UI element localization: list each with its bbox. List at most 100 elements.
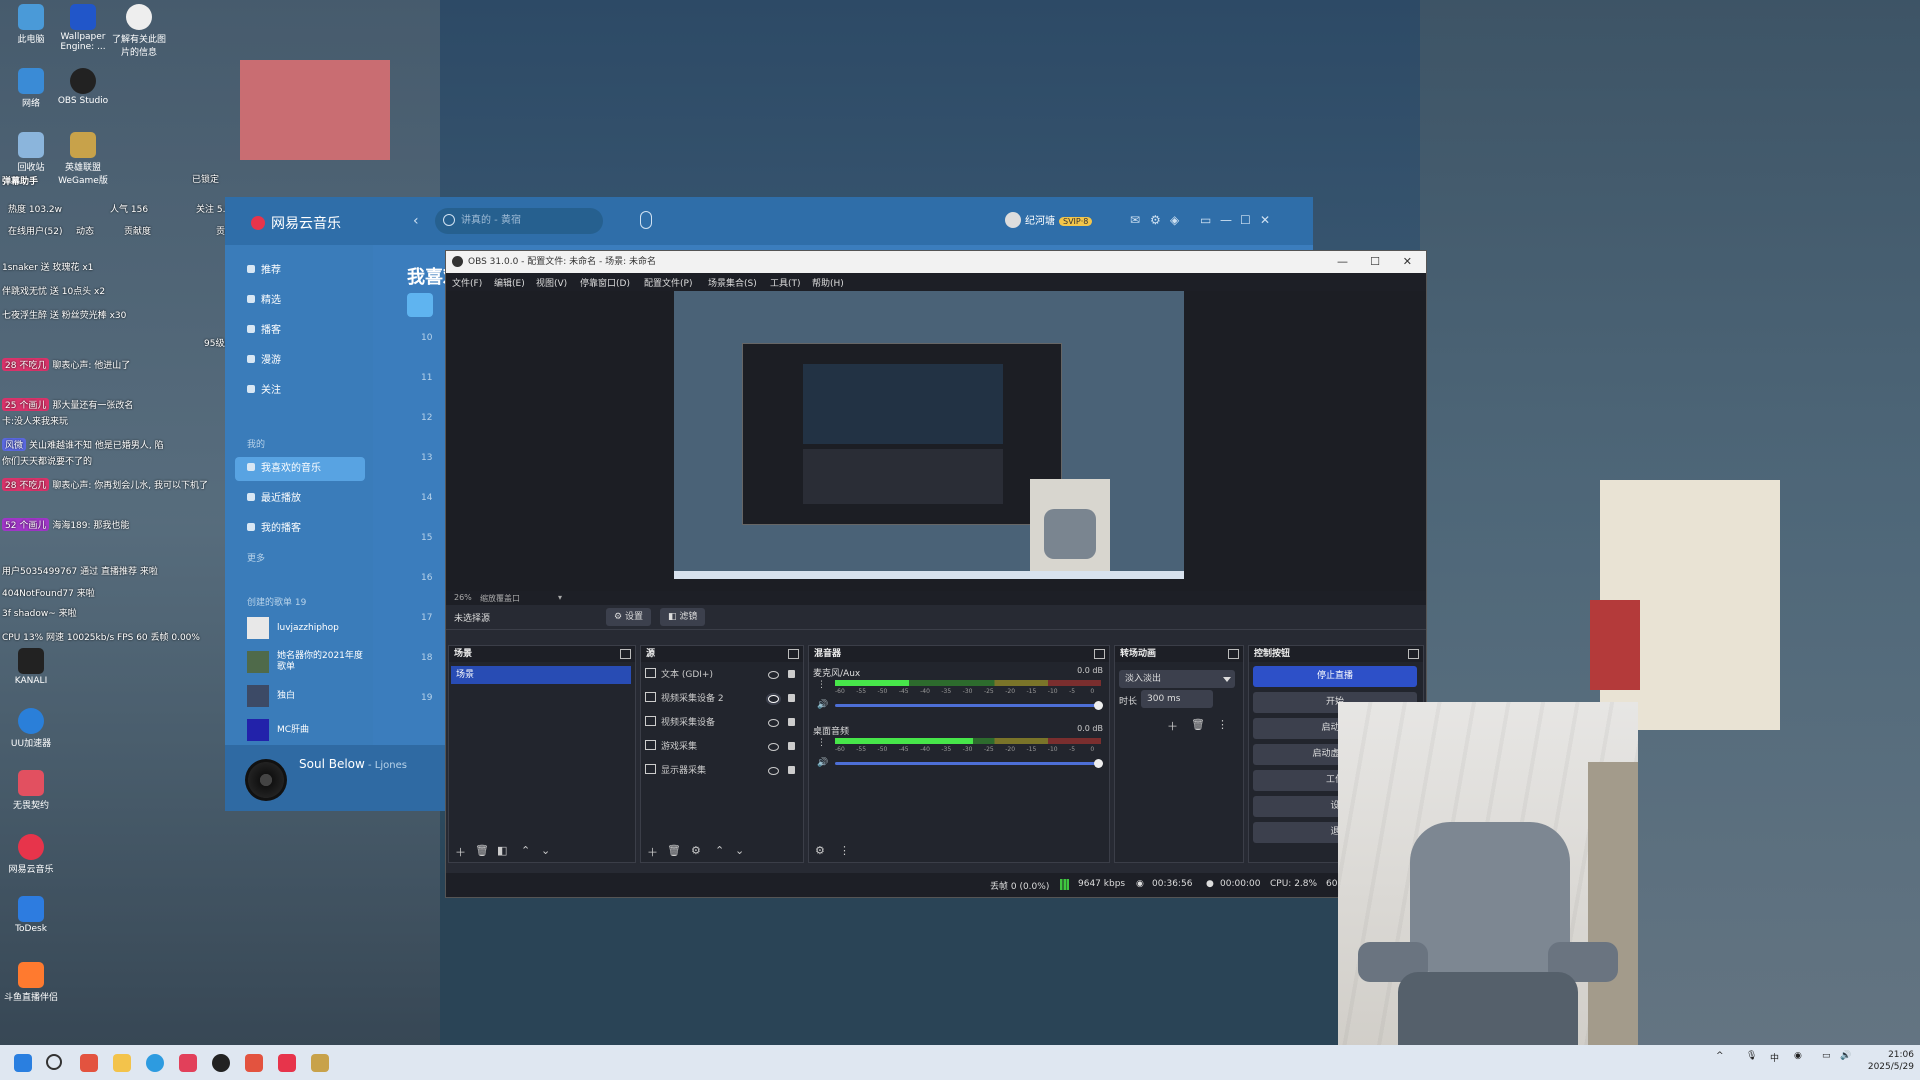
settings-icon[interactable]: ⚙	[1150, 213, 1161, 227]
close-icon[interactable]: ✕	[1260, 213, 1270, 227]
zoom-dropdown-icon[interactable]: ▾	[558, 593, 562, 602]
move-down-icon[interactable]: ⌄	[541, 844, 550, 857]
move-down-icon[interactable]: ⌄	[735, 844, 744, 857]
mini-mode-icon[interactable]: ▭	[1200, 213, 1211, 227]
volume-icon[interactable]: 🔊	[1840, 1051, 1851, 1061]
desktop-icon-douyu[interactable]: 斗鱼直播伴侣	[0, 962, 62, 1003]
menu-profile[interactable]: 配置文件(P)	[644, 276, 692, 289]
menu-scene-collection[interactable]: 场景集合(S)	[708, 276, 757, 289]
minimize-icon[interactable]: —	[1220, 213, 1232, 227]
netease-icon[interactable]	[278, 1054, 296, 1072]
menu-file[interactable]: 文件(F)	[452, 276, 482, 289]
desktop-icon-lol[interactable]: 英雄联盟WeGame版	[52, 132, 114, 186]
add-icon[interactable]: ＋	[1167, 718, 1178, 734]
preview-canvas[interactable]	[674, 291, 1184, 579]
lock-icon[interactable]	[788, 718, 795, 726]
zoom-level[interactable]: 26%	[454, 593, 472, 602]
playlist-item[interactable]: MC肝曲	[247, 719, 367, 743]
speaker-icon[interactable]: 🔊	[817, 700, 828, 710]
sidebar-item-recommend[interactable]: 推荐	[235, 259, 365, 283]
minimize-icon[interactable]: —	[1337, 251, 1348, 273]
voice-search-icon[interactable]	[640, 211, 652, 229]
gear-icon[interactable]: ⚙	[691, 844, 701, 857]
desktop-icon-netease[interactable]: 网易云音乐	[0, 834, 62, 875]
input-method[interactable]: 中	[1770, 1051, 1779, 1064]
filters-icon[interactable]: ◧	[497, 844, 507, 857]
menu-view[interactable]: 视图(V)	[536, 276, 567, 289]
taskbar-app-icon[interactable]	[179, 1054, 197, 1072]
taskbar-app-icon[interactable]	[245, 1054, 263, 1072]
netease-tray-icon[interactable]: ◉	[1794, 1051, 1802, 1061]
desktop-icon-valorant[interactable]: 无畏契约	[0, 770, 62, 811]
mail-icon[interactable]: ✉	[1130, 213, 1140, 227]
back-icon[interactable]: ‹	[413, 213, 419, 229]
sidebar-item-follow[interactable]: 关注	[235, 379, 365, 403]
move-up-icon[interactable]: ⌃	[715, 844, 724, 857]
taskbar-app-icon[interactable]	[80, 1054, 98, 1072]
more-options-icon[interactable]: ⋮	[817, 680, 826, 690]
desktop-icon-spotlight[interactable]: 了解有关此图片的信息	[108, 4, 170, 58]
desktop-icon-wallpaper-engine[interactable]: Wallpaper Engine: ...	[52, 4, 114, 52]
danmaku-online-tab[interactable]: 在线用户(52)	[8, 224, 62, 237]
start-icon[interactable]	[14, 1054, 32, 1072]
lock-icon[interactable]	[788, 766, 795, 774]
undock-icon[interactable]	[1228, 649, 1239, 659]
undock-icon[interactable]	[1094, 649, 1105, 659]
user-profile[interactable]: 纪河塘 SVIP·8	[1005, 212, 1093, 228]
more-options-icon[interactable]: ⋮	[839, 844, 850, 857]
skin-icon[interactable]: ◈	[1170, 213, 1179, 227]
mic-icon[interactable]: 🎙	[1746, 1051, 1757, 1061]
undock-icon[interactable]	[1408, 649, 1419, 659]
transition-select[interactable]: 淡入淡出	[1119, 670, 1235, 688]
visibility-icon[interactable]	[768, 695, 779, 703]
obs-preview[interactable]	[446, 291, 1426, 591]
more-options-icon[interactable]: ⋮	[1217, 718, 1228, 731]
taskbar-app-icon[interactable]	[311, 1054, 329, 1072]
source-item[interactable]: 文本 (GDI+)	[645, 666, 797, 684]
edge-icon[interactable]	[146, 1054, 164, 1072]
menu-docks[interactable]: 停靠窗口(D)	[580, 276, 630, 289]
source-item[interactable]: 视频采集设备 2	[645, 690, 797, 708]
search-icon[interactable]	[46, 1054, 62, 1070]
play-all-button[interactable]	[407, 293, 433, 317]
source-item[interactable]: 显示器采集	[645, 762, 797, 780]
delete-icon[interactable]: 🗑	[1191, 718, 1205, 731]
playlist-item[interactable]: 独白	[247, 685, 367, 709]
playlist-item[interactable]: luvjazzhiphop	[247, 617, 367, 641]
more-options-icon[interactable]: ⋮	[817, 738, 826, 748]
network-icon[interactable]: ▭	[1822, 1051, 1831, 1061]
add-icon[interactable]: ＋	[455, 844, 466, 860]
close-icon[interactable]: ✕	[1403, 251, 1412, 273]
source-filters-button[interactable]: ◧ 滤镜	[660, 608, 706, 626]
sidebar-item-featured[interactable]: 精选	[235, 289, 365, 313]
album-disc[interactable]	[245, 759, 287, 801]
delete-icon[interactable]: 🗑	[475, 844, 489, 857]
speaker-icon[interactable]: 🔊	[817, 758, 828, 768]
menu-tools[interactable]: 工具(T)	[770, 276, 801, 289]
maximize-icon[interactable]: ☐	[1370, 251, 1380, 273]
scene-item[interactable]: 场景	[451, 666, 631, 684]
sidebar-more[interactable]: 更多	[247, 551, 265, 564]
volume-slider-knob[interactable]	[1094, 701, 1103, 710]
zoom-mode[interactable]: 缩放覆盖口	[480, 593, 520, 604]
danmaku-dynamic-tab[interactable]: 动态	[76, 224, 94, 237]
desktop-icon-todesk[interactable]: ToDesk	[0, 896, 62, 934]
danmaku-lock-status[interactable]: 已锁定	[192, 172, 219, 185]
sidebar-item-recent[interactable]: 最近播放	[235, 487, 365, 511]
volume-slider-knob[interactable]	[1094, 759, 1103, 768]
file-explorer-icon[interactable]	[113, 1054, 131, 1072]
source-item[interactable]: 视频采集设备	[645, 714, 797, 732]
danmaku-contrib-tab[interactable]: 贡献度	[124, 224, 151, 237]
sidebar-item-liked[interactable]: 我喜欢的音乐	[235, 457, 365, 481]
menu-help[interactable]: 帮助(H)	[812, 276, 844, 289]
desktop-icon-uu[interactable]: UU加速器	[0, 708, 62, 749]
visibility-icon[interactable]	[768, 719, 779, 727]
volume-slider[interactable]	[835, 759, 1103, 768]
desktop-icon-obs[interactable]: OBS Studio	[52, 68, 114, 106]
obs-icon[interactable]	[212, 1054, 230, 1072]
stop-streaming-button[interactable]: 停止直播	[1253, 666, 1417, 687]
search-input[interactable]: 讲真的 - 黄宿	[435, 208, 603, 234]
now-playing-title[interactable]: Soul Below - Ljones	[299, 757, 407, 771]
lock-icon[interactable]	[788, 742, 795, 750]
duration-input[interactable]: 300 ms	[1141, 690, 1213, 708]
